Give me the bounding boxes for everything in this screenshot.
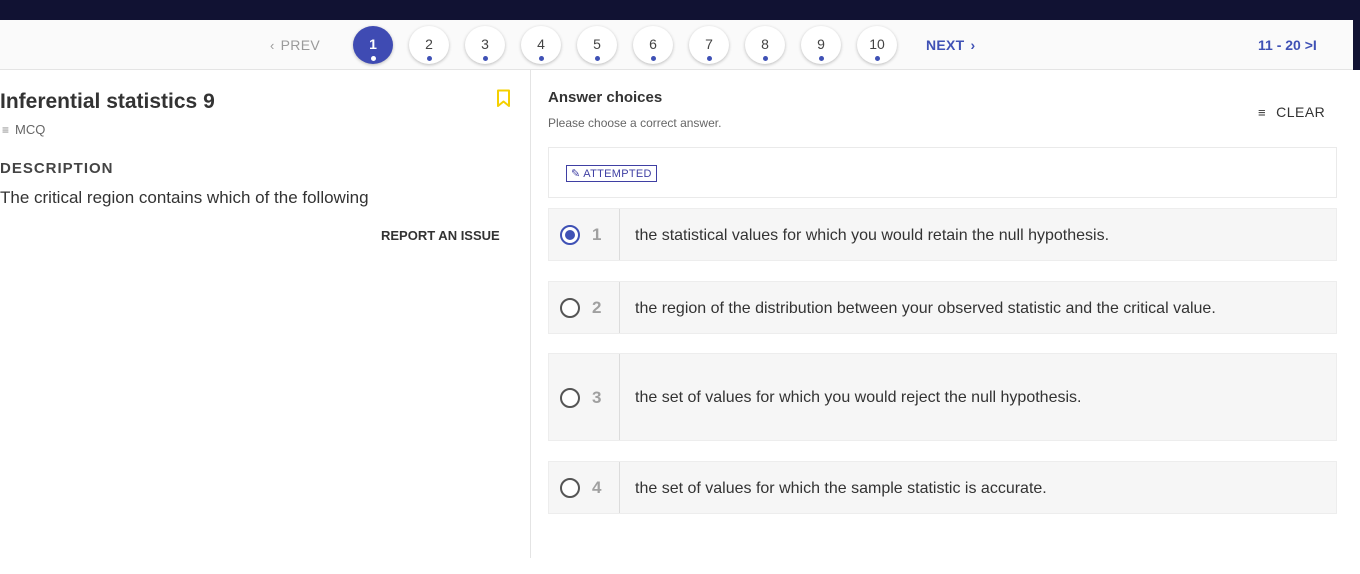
page-button-10[interactable]: 10 xyxy=(857,26,897,64)
page-dot xyxy=(707,56,712,61)
choice-divider xyxy=(619,209,620,260)
next-range-button[interactable]: 11 - 20 >I xyxy=(1258,37,1317,53)
choice-text: the statistical values for which you wou… xyxy=(635,227,1110,244)
choice-text: the set of values for which you would re… xyxy=(635,389,1082,406)
page-button-3[interactable]: 3 xyxy=(465,26,505,64)
status-badge: ✎ ATTEMPTED xyxy=(566,165,657,182)
page-button-8[interactable]: 8 xyxy=(745,26,785,64)
choice-number: 3 xyxy=(592,388,602,407)
page-number: 1 xyxy=(369,36,377,52)
description-heading: DESCRIPTION xyxy=(0,160,114,177)
radio-button[interactable] xyxy=(560,478,580,498)
prev-button[interactable]: ‹ PREV xyxy=(270,37,320,53)
page-button-2[interactable]: 2 xyxy=(409,26,449,64)
chevron-left-icon: ‹ xyxy=(270,38,275,53)
answer-choices-heading: Answer choices xyxy=(548,89,663,106)
page-dot xyxy=(371,56,376,61)
question-panel: Inferential statistics 9 ≡ MCQ DESCRIPTIO… xyxy=(0,70,531,558)
status-box: ✎ ATTEMPTED xyxy=(548,147,1337,198)
page-button-6[interactable]: 6 xyxy=(633,26,673,64)
next-button[interactable]: NEXT › xyxy=(926,37,976,53)
page-dot xyxy=(595,56,600,61)
page-button-1[interactable]: 1 xyxy=(353,26,393,64)
page-number: 2 xyxy=(425,36,433,52)
choice-text: the region of the distribution between y… xyxy=(635,300,1216,317)
top-bar xyxy=(0,0,1360,20)
list-icon: ≡ xyxy=(2,123,10,137)
clear-lines-icon: ≡ xyxy=(1258,105,1267,120)
page-button-7[interactable]: 7 xyxy=(689,26,729,64)
page-button-9[interactable]: 9 xyxy=(801,26,841,64)
radio-button-selected[interactable] xyxy=(560,225,580,245)
page-number: 7 xyxy=(705,36,713,52)
choice-divider xyxy=(619,282,620,333)
question-pager: ‹ PREV 1 2 3 4 5 6 7 8 9 10 NEXT › 11 - 20… xyxy=(0,20,1353,70)
page-number: 5 xyxy=(593,36,601,52)
choice-divider xyxy=(619,462,620,513)
choice-divider xyxy=(619,354,620,440)
question-title: Inferential statistics 9 xyxy=(0,90,215,113)
answer-panel: Answer choices Please choose a correct a… xyxy=(548,70,1338,558)
next-label: NEXT xyxy=(926,37,965,53)
scrollbar-edge xyxy=(1353,20,1360,70)
prev-label: PREV xyxy=(280,37,320,53)
page-number: 4 xyxy=(537,36,545,52)
chevron-right-icon: › xyxy=(970,37,976,53)
question-type: ≡ MCQ xyxy=(2,122,45,137)
page-dot xyxy=(539,56,544,61)
choice-number: 2 xyxy=(592,298,602,317)
page-dot xyxy=(427,56,432,61)
pencil-icon: ✎ xyxy=(571,168,581,180)
status-badge-label: ATTEMPTED xyxy=(583,168,652,180)
page-dot xyxy=(819,56,824,61)
page-button-4[interactable]: 4 xyxy=(521,26,561,64)
page-number: 6 xyxy=(649,36,657,52)
description-text: The critical region contains which of th… xyxy=(0,188,369,207)
page-dot xyxy=(875,56,880,61)
page-dot xyxy=(763,56,768,61)
choice-text: the set of values for which the sample s… xyxy=(635,480,1047,497)
page-number: 10 xyxy=(869,36,885,52)
choice-number: 1 xyxy=(592,225,602,244)
answer-choice-2[interactable]: 2 the region of the distribution between… xyxy=(548,281,1337,334)
answer-choice-3[interactable]: 3 the set of values for which you would … xyxy=(548,353,1337,441)
report-issue-button[interactable]: REPORT AN ISSUE xyxy=(381,228,500,243)
page-number: 9 xyxy=(817,36,825,52)
page-number: 8 xyxy=(761,36,769,52)
clear-button[interactable]: ≡ CLEAR xyxy=(1258,104,1325,120)
answer-choices-subheading: Please choose a correct answer. xyxy=(548,116,722,130)
page-dot xyxy=(651,56,656,61)
choice-number: 4 xyxy=(592,478,602,497)
clear-label: CLEAR xyxy=(1276,104,1326,120)
radio-button[interactable] xyxy=(560,388,580,408)
question-type-label: MCQ xyxy=(15,122,46,137)
bookmark-icon[interactable] xyxy=(496,89,511,108)
answer-choice-4[interactable]: 4 the set of values for which the sample… xyxy=(548,461,1337,514)
radio-button[interactable] xyxy=(560,298,580,318)
page-dot xyxy=(483,56,488,61)
page-number: 3 xyxy=(481,36,489,52)
answer-choice-1[interactable]: 1 the statistical values for which you w… xyxy=(548,208,1337,261)
page-button-5[interactable]: 5 xyxy=(577,26,617,64)
